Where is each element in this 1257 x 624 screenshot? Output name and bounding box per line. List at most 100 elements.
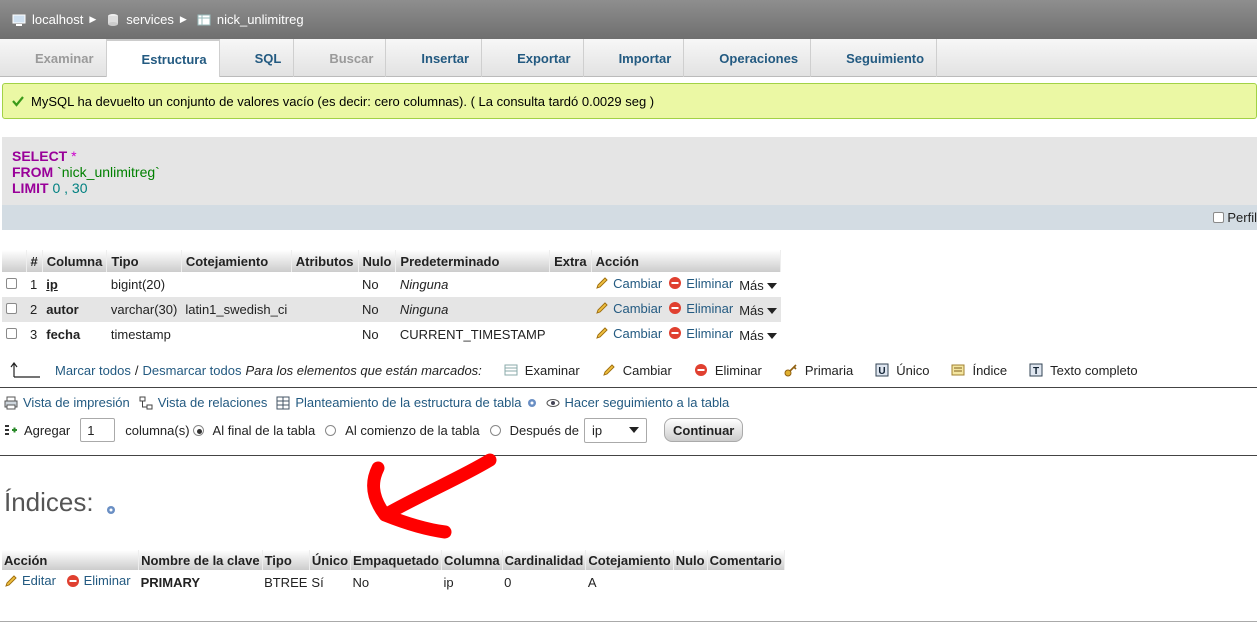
bulk-button-4[interactable]: U Único (875, 363, 929, 378)
structure-table: # Columna Tipo Cotejamiento Atributos Nulo Pre… (2, 250, 782, 347)
bulk-button-5[interactable]: Índice (951, 363, 1007, 378)
help-icon[interactable] (106, 505, 116, 515)
structure-header-cell: Acción (591, 250, 782, 272)
delete-column-button[interactable]: Eliminar (668, 301, 733, 316)
change-column-button[interactable]: Cambiar (595, 276, 662, 291)
bulk-button-2[interactable]: Eliminar (694, 363, 762, 378)
at-end-radio[interactable] (192, 424, 204, 436)
after-column-select[interactable]: ip (583, 417, 647, 443)
edit-index-button[interactable]: Editar (4, 573, 56, 588)
delete-column-button[interactable]: Eliminar (668, 326, 733, 341)
index-header-cell: Acción (2, 550, 140, 570)
track-table-link[interactable]: Hacer seguimiento a la tabla (546, 395, 729, 410)
bulk-button-1[interactable]: Cambiar (602, 363, 672, 378)
breadcrumb-server[interactable]: localhost (12, 12, 83, 27)
more-actions-dropdown[interactable]: Más (739, 328, 777, 343)
index-key-name: PRIMARY (140, 574, 201, 590)
svg-text:T: T (1033, 366, 1039, 377)
tab-seguimiento[interactable]: Seguimiento (811, 39, 938, 77)
tab-buscar[interactable]: Buscar (294, 39, 387, 77)
column-collation (181, 272, 292, 297)
add-label: Agregar (24, 422, 71, 438)
red-arrow-annotation (367, 453, 497, 539)
after-radio[interactable] (489, 424, 501, 436)
continue-button[interactable]: Continuar (663, 418, 744, 442)
column-name[interactable]: ip (42, 272, 107, 297)
tab-importar[interactable]: Importar (584, 39, 685, 77)
row-checkbox-cell (2, 297, 26, 322)
breadcrumb-table[interactable]: nick_unlimitreg (197, 12, 304, 27)
propose-structure-link[interactable]: Planteamiento de la estructura de tabla (276, 395, 536, 410)
index-header-cell: Tipo (262, 550, 310, 570)
tab-estructura[interactable]: Estructura (106, 39, 220, 77)
sql-keyword: LIMIT (12, 180, 49, 196)
column-extra (549, 322, 592, 347)
pencil-icon (596, 277, 608, 290)
index-header-cell: Columna (441, 550, 503, 570)
breadcrumb: localhost ▶ services ▶ nick_unlimitreg (0, 0, 1257, 39)
structure-header-cell: Cotejamiento (181, 250, 292, 272)
bulk-button-3[interactable]: Primaria (784, 363, 853, 378)
help-icon[interactable] (527, 398, 537, 408)
print-view-link[interactable]: Vista de impresión (4, 395, 130, 410)
structure-header-cell: Columna (42, 250, 108, 272)
delete-icon (694, 364, 707, 376)
fulltext-icon: T (1029, 363, 1043, 377)
structure-header-cell: Atributos (291, 250, 359, 272)
structure-header-cell: Tipo (106, 250, 182, 272)
row-checkbox[interactable] (6, 303, 17, 314)
uncheck-all-link[interactable]: Desmarcar todos (143, 363, 242, 378)
tab-sql[interactable]: SQL (220, 39, 295, 77)
chevron-down-icon (766, 307, 777, 314)
profiling-toggle[interactable]: Perfil (1213, 210, 1257, 225)
tab-exportar[interactable]: Exportar (482, 39, 584, 77)
delete-column-button[interactable]: Eliminar (668, 276, 733, 291)
indexes-table: Acción Nombre de la clave Tipo Único Empaque… (2, 550, 785, 594)
index-actions-cell: Editar Eliminar (2, 570, 139, 594)
column-collation: latin1_swedish_ci (181, 297, 292, 322)
index-type: BTREE (264, 574, 308, 590)
column-extra (549, 272, 592, 297)
tab-operaciones[interactable]: Operaciones (684, 39, 812, 77)
search-icon (308, 51, 322, 65)
structure-header-cell: # (26, 250, 43, 272)
bulk-button-6[interactable]: T Texto completo (1029, 363, 1138, 378)
notice-text: MySQL ha devuelto un conjunto de valores… (31, 93, 655, 109)
index-icon (951, 364, 965, 376)
row-checkbox-cell (2, 322, 26, 347)
profiling-checkbox[interactable] (1213, 212, 1225, 223)
index-row: Editar Eliminar PRIMARY BTREE Sí No ip 0… (2, 570, 784, 594)
after-label: Después de (509, 422, 579, 438)
breadcrumb-database[interactable]: services (106, 12, 174, 27)
header-checkbox-col (2, 250, 27, 272)
column-name[interactable]: autor (42, 297, 107, 322)
at-start-radio[interactable] (325, 424, 337, 436)
column-name[interactable]: fecha (42, 322, 107, 347)
column-attributes (291, 272, 359, 297)
change-column-button[interactable]: Cambiar (595, 301, 662, 316)
index-header-cell: Nulo (673, 550, 708, 570)
column-null: No (358, 272, 396, 297)
with-selected-label: Para los elementos que están marcados: (245, 362, 482, 378)
breadcrumb-separator-icon: ▶ (179, 14, 187, 24)
relation-view-link[interactable]: Vista de relaciones (139, 395, 267, 410)
column-count-input[interactable]: 1 (80, 418, 116, 442)
tab-examinar[interactable]: Examinar (0, 39, 107, 77)
change-column-button[interactable]: Cambiar (595, 326, 662, 341)
row-checkbox[interactable] (6, 328, 17, 339)
row-actions-cell: Cambiar Eliminar Más (591, 322, 781, 347)
column-number: 2 (26, 297, 43, 322)
divider (0, 387, 1257, 388)
sql-keyword: FROM (12, 164, 54, 180)
sql-query[interactable]: SELECT * FROM `nick_unlimitreg` LIMIT 0 … (12, 148, 160, 196)
more-actions-dropdown[interactable]: Más (739, 278, 777, 293)
bulk-button-0[interactable]: Examinar (504, 363, 580, 378)
more-actions-dropdown[interactable]: Más (739, 303, 777, 318)
structure-table-header: # Columna Tipo Cotejamiento Atributos Nulo Pre… (2, 250, 782, 272)
index-unique: Sí (311, 574, 324, 590)
row-checkbox[interactable] (6, 278, 17, 289)
tab-insertar[interactable]: Insertar (386, 39, 483, 77)
breadcrumb-separator-icon: ▶ (89, 14, 97, 24)
delete-index-button[interactable]: Eliminar (66, 573, 131, 588)
check-all-link[interactable]: Marcar todos (55, 363, 131, 378)
